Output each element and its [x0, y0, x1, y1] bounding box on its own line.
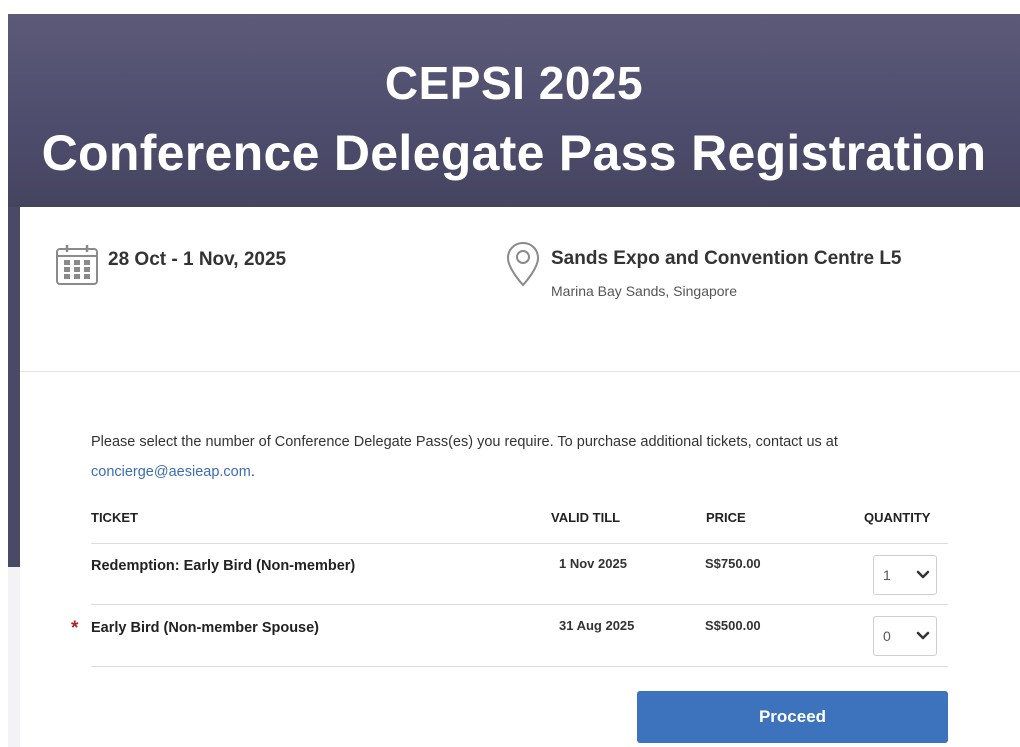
venue-location: Marina Bay Sands, Singapore — [551, 283, 737, 299]
ticket-price: S$750.00 — [705, 556, 761, 571]
proceed-button[interactable]: Proceed — [637, 691, 948, 743]
instructions-text: Please select the number of Conference D… — [91, 427, 951, 487]
ticket-valid-till: 1 Nov 2025 — [559, 556, 627, 571]
event-info-section: 28 Oct - 1 Nov, 2025 Sands Expo and Conv… — [20, 207, 1020, 372]
concierge-email-link[interactable]: concierge@aesieap.com — [91, 464, 251, 480]
event-title: CEPSI 2025 — [384, 57, 644, 109]
quantity-value: 1 — [883, 567, 891, 583]
ticket-price: S$500.00 — [705, 618, 761, 633]
column-header-ticket: TICKET — [91, 510, 138, 525]
left-margin — [0, 0, 8, 747]
ticket-name: Early Bird (Non-member Spouse) — [91, 620, 320, 636]
instructions-period: . — [250, 464, 255, 480]
event-header-banner: CEPSI 2025 Conference Delegate Pass Regi… — [8, 14, 1020, 207]
chevron-down-icon — [916, 570, 930, 579]
event-date: 28 Oct - 1 Nov, 2025 — [108, 249, 287, 270]
registration-card: 28 Oct - 1 Nov, 2025 Sands Expo and Conv… — [20, 207, 1020, 747]
top-margin — [0, 0, 1020, 14]
column-header-price: PRICE — [706, 510, 746, 525]
instructions-body: Please select the number of Conference D… — [91, 434, 838, 450]
table-divider — [91, 543, 948, 544]
banner-edge-strip — [8, 207, 20, 567]
column-header-valid-till: VALID TILL — [551, 510, 621, 525]
table-divider — [91, 666, 948, 667]
table-divider — [91, 604, 948, 605]
ticket-valid-till: 31 Aug 2025 — [559, 618, 635, 633]
map-pin-icon — [506, 241, 540, 287]
quantity-select[interactable]: 0 — [873, 616, 937, 656]
quantity-select[interactable]: 1 — [873, 555, 937, 595]
column-header-quantity: QUANTITY — [864, 510, 931, 525]
ticket-name: Redemption: Early Bird (Non-member) — [91, 558, 356, 574]
required-marker: * — [71, 618, 79, 639]
page-title: Conference Delegate Pass Registration — [41, 125, 987, 181]
chevron-down-icon — [916, 631, 930, 640]
calendar-icon — [56, 245, 98, 285]
venue-name: Sands Expo and Convention Centre L5 — [551, 248, 902, 269]
quantity-value: 0 — [883, 628, 891, 644]
